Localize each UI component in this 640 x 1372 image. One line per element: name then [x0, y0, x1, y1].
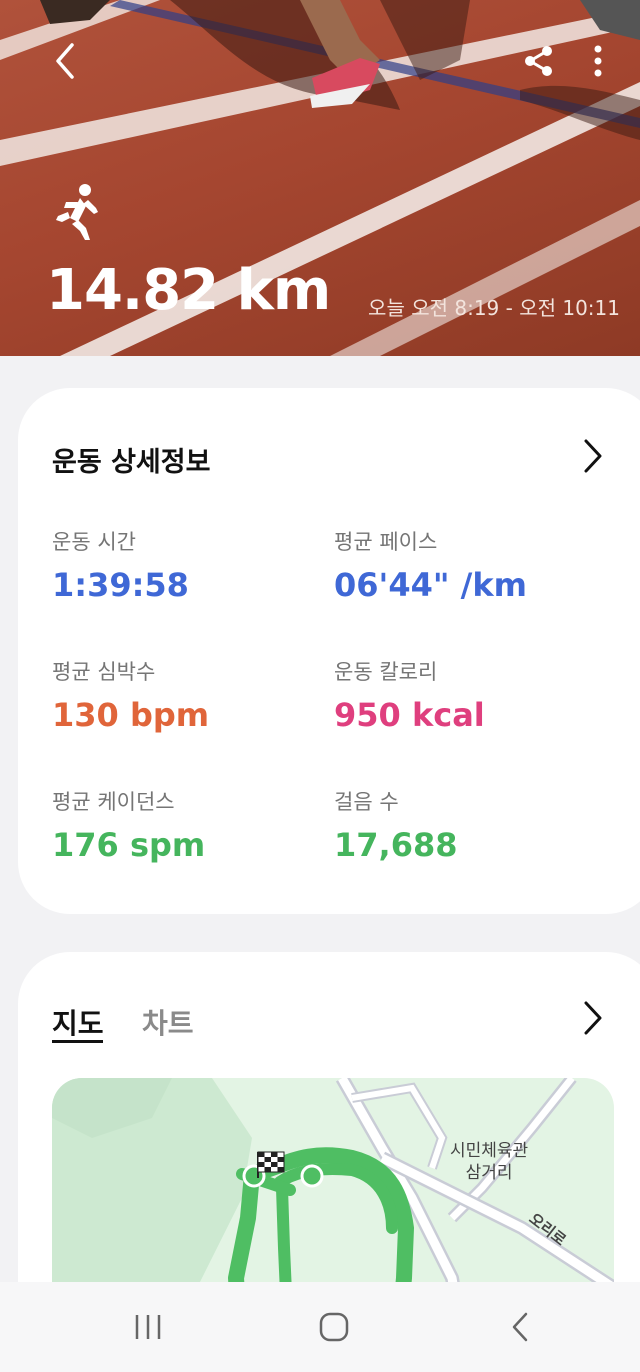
place-label-line1: 시민체육관 — [450, 1141, 529, 1161]
tab-active-indicator — [52, 1040, 103, 1043]
stat-value: 950 kcal — [334, 696, 485, 734]
stat-steps: 걸음 수 17,688 — [334, 786, 457, 864]
stat-label: 평균 페이스 — [334, 530, 438, 554]
workout-distance: 14.82 km — [46, 258, 331, 323]
running-icon — [56, 184, 98, 240]
back-button[interactable] — [40, 36, 90, 86]
share-button[interactable] — [514, 36, 564, 86]
stat-value: 130 bpm — [52, 696, 210, 734]
share-icon — [525, 46, 552, 76]
stat-avg-cadence: 평균 케이던스 176 spm — [52, 786, 205, 864]
place-label-line2: 삼거리 — [465, 1163, 513, 1183]
stat-value: 17,688 — [334, 826, 458, 864]
details-chevron-right-icon[interactable] — [580, 438, 606, 474]
workout-details-card: 운동 상세정보 운동 시간 1:39:58 평균 페이스 06'44" /km … — [18, 388, 640, 914]
more-vert-icon — [594, 45, 602, 77]
stat-calories: 운동 칼로리 950 kcal — [334, 656, 485, 734]
tab-chart[interactable]: 차트 — [142, 1002, 194, 1042]
system-navigation-bar — [0, 1282, 640, 1372]
home-icon — [319, 1312, 349, 1342]
home-button[interactable] — [304, 1304, 364, 1350]
stat-label: 운동 시간 — [52, 530, 136, 554]
details-title: 운동 상세정보 — [52, 447, 211, 478]
stat-duration: 운동 시간 1:39:58 — [52, 526, 189, 604]
stat-value: 176 spm — [52, 826, 206, 864]
workout-time-range: 오늘 오전 8:19 - 오전 10:11 — [368, 296, 620, 320]
recent-apps-icon — [135, 1315, 161, 1339]
stat-value: 06'44" /km — [334, 566, 527, 604]
map-chevron-right-icon[interactable] — [580, 1000, 606, 1036]
more-options-button[interactable] — [576, 36, 620, 86]
workout-hero-header: 14.82 km 오늘 오전 8:19 - 오전 10:11 — [0, 0, 640, 356]
stat-label: 평균 케이던스 — [52, 790, 175, 814]
stat-value: 1:39:58 — [52, 566, 189, 604]
back-icon — [56, 43, 74, 79]
nav-back-button[interactable] — [490, 1304, 550, 1350]
nav-back-icon — [512, 1312, 528, 1342]
stat-avg-heart-rate: 평균 심박수 130 bpm — [52, 656, 209, 734]
stat-label: 평균 심박수 — [52, 660, 156, 684]
tab-map[interactable]: 지도 — [52, 1002, 104, 1042]
stat-label: 걸음 수 — [334, 790, 399, 814]
stat-label: 운동 칼로리 — [334, 660, 438, 684]
stat-avg-pace: 평균 페이스 06'44" /km — [334, 526, 527, 604]
map-place-label: 시민체육관 삼거리 — [450, 1140, 528, 1184]
recent-apps-button[interactable] — [118, 1304, 178, 1350]
